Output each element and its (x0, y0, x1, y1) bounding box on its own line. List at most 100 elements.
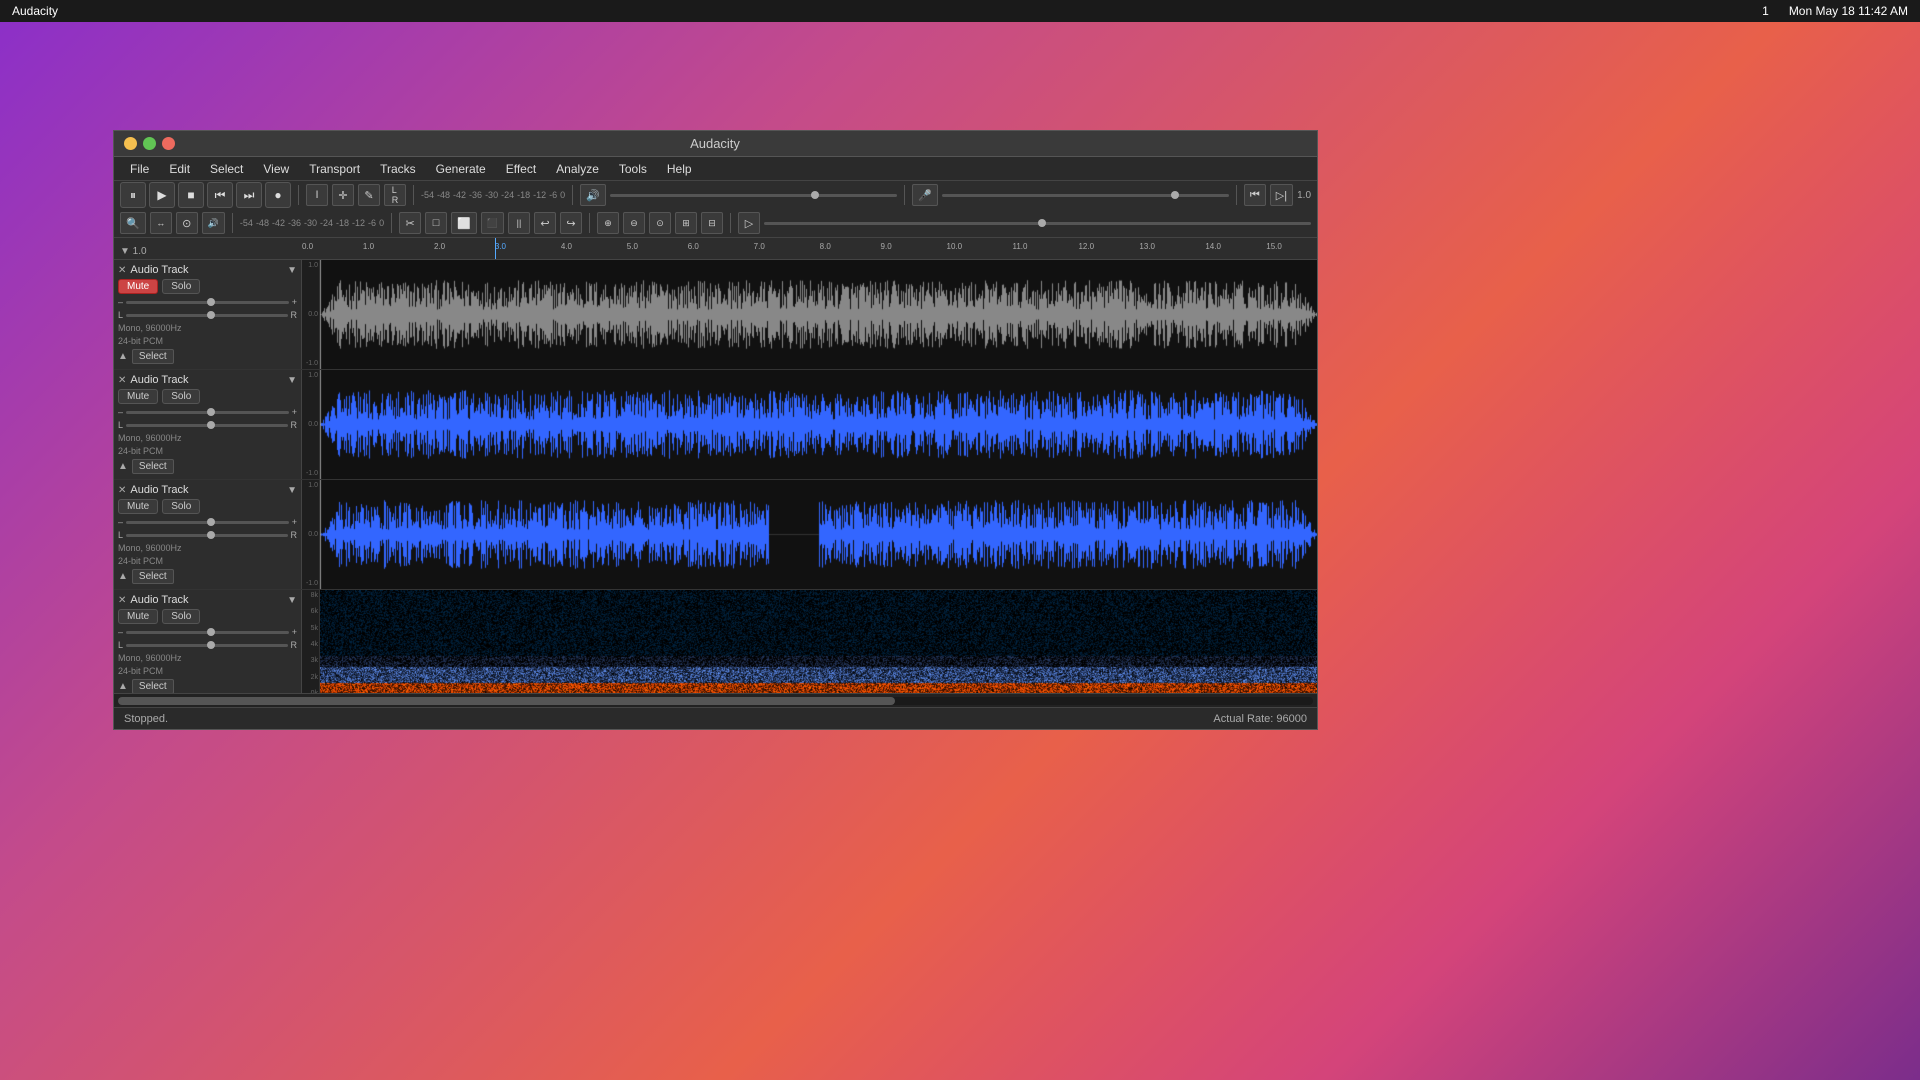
scrollbar-track[interactable] (118, 697, 1313, 705)
play-speed-button[interactable]: ▷ (738, 212, 760, 234)
track1-scale: 1.0 0.0 -1.0 (302, 260, 320, 369)
skip-back-button[interactable]: ⏮ (207, 182, 233, 208)
stop-button[interactable]: ■ (178, 182, 204, 208)
audacity-window: Audacity File Edit Select View Transport… (113, 130, 1318, 730)
playback-speed-slider[interactable] (764, 222, 1311, 225)
redo-button[interactable]: ↪ (560, 212, 582, 234)
skip-fwd-button[interactable]: ⏭ (236, 182, 262, 208)
close-button[interactable] (162, 137, 175, 150)
cut-button[interactable]: ✂ (399, 212, 421, 234)
maximize-button[interactable] (143, 137, 156, 150)
menu-help[interactable]: Help (659, 160, 700, 178)
track3-bitdepth: 24-bit PCM (118, 556, 297, 566)
envelope-tool-button[interactable]: LR (384, 184, 406, 206)
audio-output-icon[interactable]: 🔊 (202, 212, 225, 234)
track3-pan-label-right: R (291, 530, 298, 540)
play-button[interactable]: ▶ (149, 182, 175, 208)
track3-controls: ✕ Audio Track ▼ Mute Solo – + (114, 480, 302, 589)
track4-mute-button[interactable]: Mute (118, 609, 158, 624)
toolbar-row-1: ⏸ ▶ ■ ⏮ ⏭ ● I ✛ ✎ LR -54 -48 -42 -36 -30… (114, 181, 1317, 209)
scrollbar-thumb[interactable] (118, 697, 895, 705)
copy-button[interactable]: □ (425, 212, 447, 234)
track2-select-button[interactable]: Select (132, 459, 174, 474)
track3-collapse-button[interactable]: ▲ (118, 571, 128, 582)
track2-pan-row: L R (118, 420, 297, 430)
zoom-out-button[interactable]: ↔ (150, 212, 172, 234)
menu-select[interactable]: Select (202, 160, 251, 178)
input-volume-slider[interactable] (942, 194, 1229, 197)
track2-mute-button[interactable]: Mute (118, 389, 158, 404)
track3-close-button[interactable]: ✕ (118, 485, 126, 496)
pencil-tool-button[interactable]: ✎ (358, 184, 380, 206)
track3-mute-button[interactable]: Mute (118, 499, 158, 514)
track1-gain-label-right: + (292, 297, 297, 307)
zoom-in-2-button[interactable]: ⊕ (597, 212, 619, 234)
track1-pan-slider[interactable] (126, 314, 287, 317)
cursor-tool-button[interactable]: I (306, 184, 328, 206)
undo-button[interactable]: ↩ (534, 212, 556, 234)
menu-view[interactable]: View (255, 160, 297, 178)
track3-gain-slider[interactable] (126, 521, 289, 524)
track4-gain-slider[interactable] (126, 631, 289, 634)
track1-gain-slider[interactable] (126, 301, 289, 304)
record-button[interactable]: ● (265, 182, 291, 208)
track4-select-button[interactable]: Select (132, 679, 174, 693)
menu-tracks[interactable]: Tracks (372, 160, 424, 178)
track2-pan-slider[interactable] (126, 424, 287, 427)
track2-gain-slider[interactable] (126, 411, 289, 414)
menu-tools[interactable]: Tools (611, 160, 655, 178)
zoom-fit-button[interactable]: ⊞ (675, 212, 697, 234)
track1-close-button[interactable]: ✕ (118, 265, 126, 276)
track1-bitdepth: 24-bit PCM (118, 336, 297, 346)
track4-close-button[interactable]: ✕ (118, 595, 126, 606)
menu-edit[interactable]: Edit (161, 160, 198, 178)
track3-solo-button[interactable]: Solo (162, 499, 200, 514)
minimize-button[interactable] (124, 137, 137, 150)
paste-button[interactable]: ⬜ (451, 212, 477, 234)
track2-collapse-button[interactable]: ▲ (118, 461, 128, 472)
zoom-track-button[interactable]: ⊟ (701, 212, 723, 234)
track1-collapse-button[interactable]: ▲ (118, 351, 128, 362)
zoom-sel-button[interactable]: ⊙ (649, 212, 671, 234)
track1-select-button[interactable]: Select (132, 349, 174, 364)
track2-solo-button[interactable]: Solo (162, 389, 200, 404)
menu-transport[interactable]: Transport (301, 160, 368, 178)
menu-generate[interactable]: Generate (428, 160, 494, 178)
mic-icon[interactable]: 🎤 (912, 184, 938, 206)
track1-solo-button[interactable]: Solo (162, 279, 200, 294)
track3-dropdown-button[interactable]: ▼ (287, 485, 297, 496)
track2-dropdown-button[interactable]: ▼ (287, 375, 297, 386)
track1-gain-label-left: – (118, 297, 123, 307)
track4-collapse-button[interactable]: ▲ (118, 681, 128, 692)
track3-select-button[interactable]: Select (132, 569, 174, 584)
track4-dropdown-button[interactable]: ▼ (287, 595, 297, 606)
status-bar: Stopped. Actual Rate: 96000 (114, 707, 1317, 729)
silence-button[interactable]: || (508, 212, 530, 234)
skip-left-button[interactable]: ⏮ (1244, 184, 1266, 206)
toolbar-separator-2 (413, 185, 414, 205)
track3-scale: 1.0 0.0 -1.0 (302, 480, 320, 589)
menu-effect[interactable]: Effect (498, 160, 544, 178)
trim-button[interactable]: ⬛ (481, 212, 504, 234)
track1-mute-button[interactable]: Mute (118, 279, 158, 294)
output-volume-slider[interactable] (610, 194, 897, 197)
track4-name: Audio Track (130, 594, 283, 606)
track2-close-button[interactable]: ✕ (118, 375, 126, 386)
multi-tool-button[interactable]: ✛ (332, 184, 354, 206)
menu-file[interactable]: File (122, 160, 157, 178)
track4-solo-button[interactable]: Solo (162, 609, 200, 624)
play-at-speed-button[interactable]: ▷| (1270, 184, 1293, 206)
menu-analyze[interactable]: Analyze (548, 160, 607, 178)
track1-dropdown-button[interactable]: ▼ (287, 265, 297, 276)
pause-button[interactable]: ⏸ (120, 182, 146, 208)
zoom-in-button[interactable]: 🔍 (120, 212, 146, 234)
zoom-out-2-button[interactable]: ⊖ (623, 212, 645, 234)
track1-info: Mono, 96000Hz (118, 323, 297, 333)
fit-button[interactable]: ⊙ (176, 212, 198, 234)
timeline-ruler: ▼ 1.0 0.0 1.0 2.0 3.0 4.0 5.0 6.0 7.0 8.… (114, 238, 1317, 260)
speaker-icon[interactable]: 🔊 (580, 184, 606, 206)
track4-pan-slider[interactable] (126, 644, 287, 647)
ruler-zoom-indicator: ▼ 1.0 (120, 246, 147, 257)
track3-pan-slider[interactable] (126, 534, 287, 537)
horizontal-scrollbar[interactable] (114, 693, 1317, 707)
